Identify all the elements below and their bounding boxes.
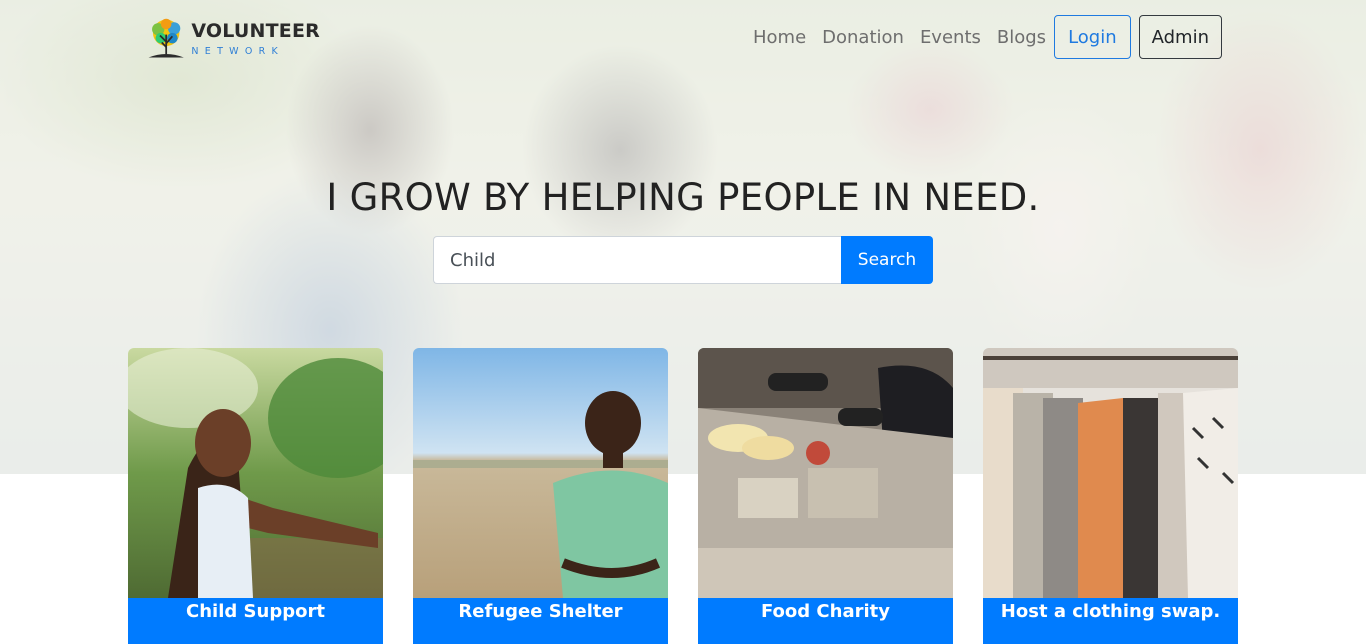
event-card-clothing-swap[interactable]: Host a clothing swap.	[983, 348, 1238, 644]
card-image-clothing-swap	[983, 348, 1238, 598]
search-input[interactable]	[433, 236, 841, 284]
card-title-refugee-shelter: Refugee Shelter	[413, 598, 668, 644]
brand-name: VOLUNTEER	[191, 19, 320, 42]
event-card-food-charity[interactable]: Food Charity	[698, 348, 953, 644]
nav-link-blogs[interactable]: Blogs	[997, 27, 1046, 48]
search-button[interactable]: Search	[841, 236, 933, 284]
admin-button[interactable]: Admin	[1138, 15, 1222, 59]
card-image-child-support	[128, 348, 383, 598]
nav-link-events[interactable]: Events	[920, 27, 981, 48]
search-bar: Search	[433, 236, 933, 284]
nav-link-home[interactable]: Home	[753, 27, 806, 48]
card-title-clothing-swap: Host a clothing swap.	[983, 598, 1238, 644]
main-nav: Home Donation Events Blogs Login Admin	[753, 15, 1222, 59]
hero-headline: I GROW BY HELPING PEOPLE IN NEED.	[326, 176, 1040, 219]
card-image-refugee-shelter	[413, 348, 668, 598]
login-button[interactable]: Login	[1054, 15, 1131, 59]
card-title-child-support: Child Support	[128, 598, 383, 644]
brand-tagline: NETWORK	[191, 45, 285, 57]
event-card-child-support[interactable]: Child Support	[128, 348, 383, 644]
nav-link-donation[interactable]: Donation	[822, 27, 904, 48]
tree-logo-icon	[148, 18, 184, 58]
brand-logo[interactable]: VOLUNTEER NETWORK	[145, 14, 320, 64]
card-image-food-charity	[698, 348, 953, 598]
card-title-food-charity: Food Charity	[698, 598, 953, 644]
event-card-refugee-shelter[interactable]: Refugee Shelter	[413, 348, 668, 644]
